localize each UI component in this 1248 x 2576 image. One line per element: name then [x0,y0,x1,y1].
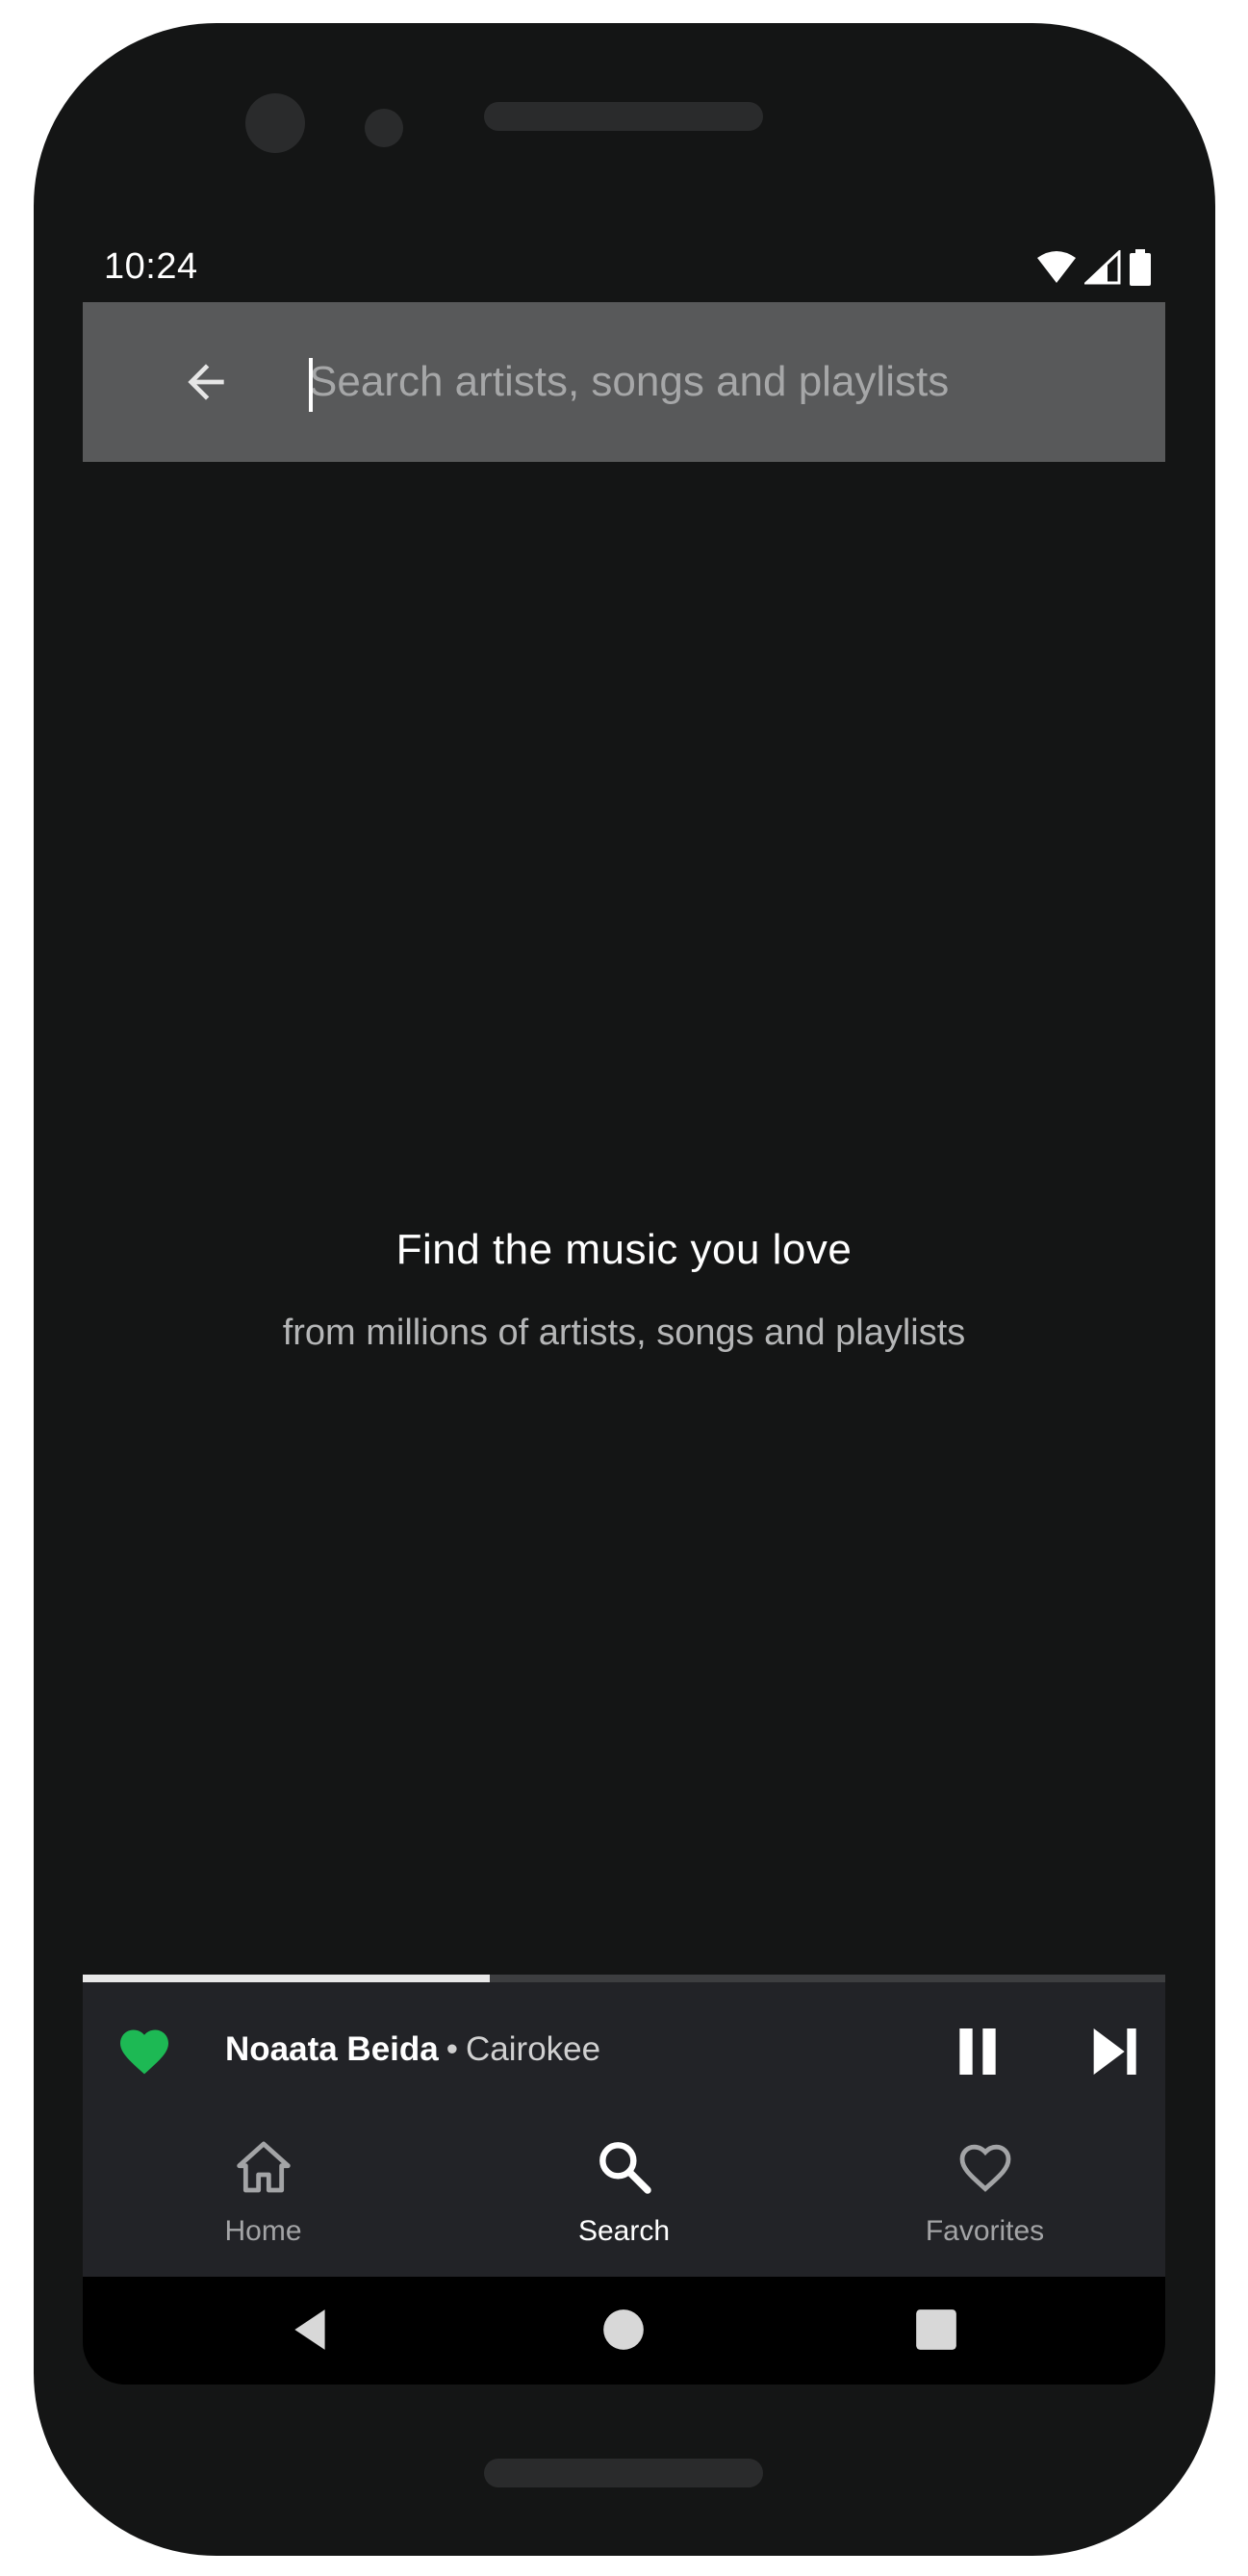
search-input[interactable] [309,341,1136,423]
status-icons [1036,246,1152,289]
nav-item-home[interactable]: Home [83,2121,444,2277]
battery-icon [1130,249,1151,286]
pause-icon[interactable] [947,2021,1008,2082]
system-navigation-bar [83,2277,1165,2385]
now-playing-info: Noaata Beida • Cairokee [225,2030,600,2069]
bottom-navigation: Home Search Favorites [83,2121,1165,2277]
playback-progress-fill [83,1975,490,1982]
track-title: Noaata Beida [225,2030,439,2068]
mini-player[interactable]: Noaata Beida • Cairokee [83,1982,1165,2121]
arrow-back-icon [188,364,224,400]
system-recents-icon[interactable] [912,2306,960,2354]
empty-state-subtitle: from millions of artists, songs and play… [282,1313,966,1353]
empty-state-title: Find the music you love [395,1226,853,1273]
phone-frame: 10:24 Search artists, songs and playlist… [34,23,1215,2556]
nav-label-search: Search [577,2215,671,2247]
nav-item-search[interactable]: Search [444,2121,804,2277]
cellular-signal-icon [1084,250,1121,285]
heart-filled-icon[interactable] [115,2023,173,2080]
nav-label-favorites: Favorites [925,2215,1045,2247]
nav-label-home: Home [224,2215,302,2247]
skip-next-icon[interactable] [1083,2021,1145,2082]
home-icon [236,2141,291,2193]
text-cursor [309,358,313,412]
track-separator: • [446,2030,459,2068]
status-time: 10:24 [104,246,198,287]
track-artist: Cairokee [466,2030,601,2068]
front-camera [245,93,305,153]
search-bar [83,302,1165,462]
proximity-sensor [365,109,403,147]
heart-outline-icon [959,2144,1010,2192]
nav-item-favorites[interactable]: Favorites [804,2121,1165,2277]
status-bar: 10:24 [83,235,1165,302]
playback-progress-bar[interactable] [83,1975,1165,1982]
back-button[interactable] [177,353,235,411]
earpiece-speaker [484,102,763,131]
wifi-icon [1037,251,1076,283]
system-back-icon[interactable] [287,2306,335,2354]
system-home-icon[interactable] [599,2306,648,2354]
search-icon [599,2142,651,2194]
app-screen: 10:24 Search artists, songs and playlist… [83,235,1165,2385]
bottom-speaker [484,2459,763,2487]
